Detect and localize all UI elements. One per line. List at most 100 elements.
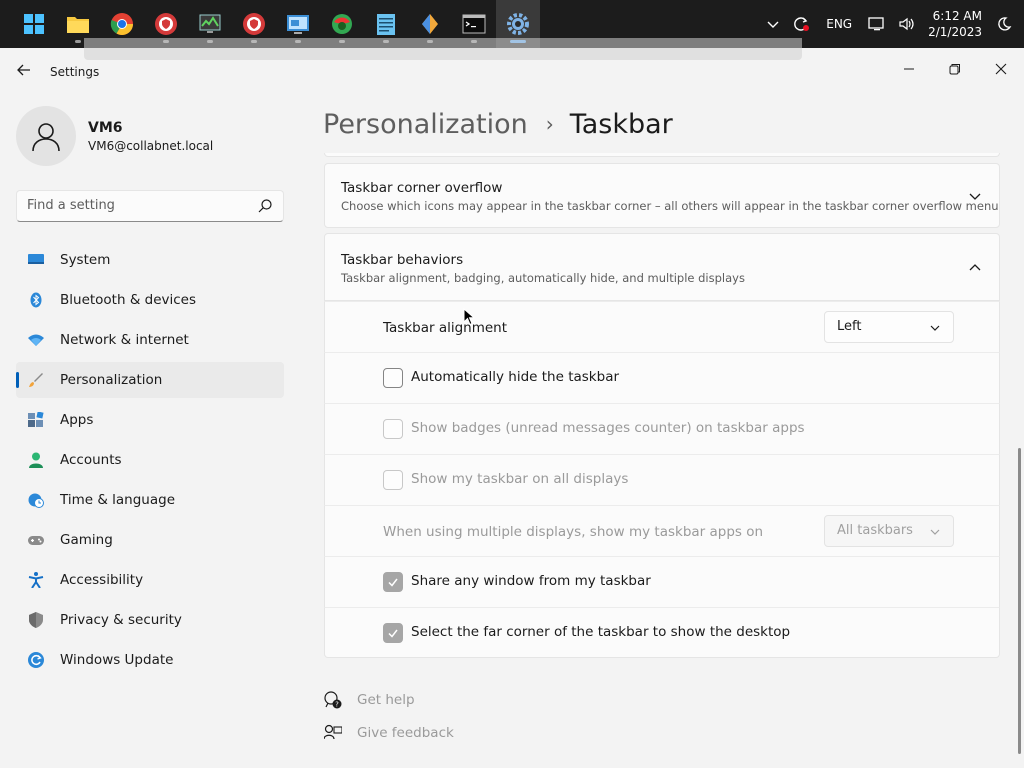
show-badges-row: Show badges (unread messages counter) on…: [324, 403, 1000, 454]
scrollbar[interactable]: [1018, 448, 1021, 754]
get-help-label: Get help: [357, 692, 415, 708]
clock-time: 6:12 AM: [932, 9, 982, 23]
close-icon: [995, 63, 1007, 75]
taskbar-alignment-dropdown[interactable]: Left: [824, 311, 954, 343]
sidebar-item-label: Personalization: [60, 372, 163, 388]
minimize-button[interactable]: [886, 54, 932, 84]
behaviors-card-title: Taskbar behaviors: [341, 252, 464, 268]
all-displays-checkbox[interactable]: [383, 470, 403, 490]
checkmark-icon: [388, 629, 398, 638]
all-displays-label: Show my taskbar on all displays: [411, 471, 629, 487]
user-profile[interactable]: VM6 VM6@collabnet.local: [16, 106, 286, 166]
sidebar-item-accessibility[interactable]: Accessibility: [16, 562, 284, 598]
restore-button[interactable]: [932, 54, 978, 84]
sidebar-item-label: Accessibility: [60, 572, 144, 588]
notifications-button[interactable]: [990, 0, 1024, 48]
sidebar-item-label: Privacy & security: [60, 612, 182, 628]
language-indicator[interactable]: ENG: [816, 0, 862, 48]
svg-text:?: ?: [335, 701, 339, 709]
back-button[interactable]: [12, 62, 36, 82]
minimize-icon: [904, 68, 914, 70]
volume-tray-button[interactable]: [892, 0, 922, 48]
shield-icon: [29, 612, 43, 628]
multi-display-dropdown[interactable]: All taskbars: [824, 515, 954, 547]
sidebar-item-bluetooth[interactable]: Bluetooth & devices: [16, 282, 284, 318]
sidebar-item-network[interactable]: Network & internet: [16, 322, 284, 358]
sidebar-item-system[interactable]: System: [16, 242, 284, 278]
avatar: [16, 106, 76, 166]
show-badges-checkbox[interactable]: [383, 419, 403, 439]
taskbar-corner-overflow-card[interactable]: Taskbar corner overflow Choose which ico…: [324, 163, 1000, 228]
auto-hide-row[interactable]: Automatically hide the taskbar: [324, 352, 1000, 403]
search-placeholder: Find a setting: [27, 198, 115, 213]
auto-hide-label: Automatically hide the taskbar: [411, 369, 620, 385]
settings-gear-icon: [507, 13, 529, 35]
remote-desktop-icon: [287, 15, 309, 34]
get-help-link[interactable]: ? Get help: [324, 691, 415, 709]
sync-alert-icon: [794, 17, 810, 31]
clock[interactable]: 6:12 AM 2/1/2023: [922, 8, 990, 40]
chevron-up-icon: [767, 21, 779, 28]
sidebar-item-time-language[interactable]: Time & language: [16, 482, 284, 518]
start-button[interactable]: [12, 0, 56, 48]
sidebar-item-gaming[interactable]: Gaming: [16, 522, 284, 558]
close-button[interactable]: [978, 54, 1024, 84]
breadcrumb-parent[interactable]: Personalization: [323, 109, 528, 140]
chevron-up-icon[interactable]: [967, 260, 983, 276]
wifi-icon: [28, 334, 44, 346]
dropdown-value: Left: [837, 319, 862, 334]
sidebar-item-label: Time & language: [60, 492, 176, 508]
share-window-checkbox[interactable]: [383, 572, 403, 592]
sidebar-item-accounts[interactable]: Accounts: [16, 442, 284, 478]
chevron-down-icon: [930, 529, 940, 535]
behaviors-card-description: Taskbar alignment, badging, automaticall…: [341, 271, 745, 285]
previous-card-edge: [324, 153, 1000, 157]
sidebar-nav: System Bluetooth & devices Network & int…: [16, 242, 284, 682]
sidebar-item-privacy[interactable]: Privacy & security: [16, 602, 284, 638]
file-explorer-icon: [67, 17, 89, 33]
search-input[interactable]: Find a setting: [16, 190, 284, 222]
checkmark-icon: [388, 578, 398, 587]
notepad-icon: [377, 14, 395, 35]
sidebar-item-windows-update[interactable]: Windows Update: [16, 642, 284, 678]
search-icon[interactable]: [257, 198, 273, 214]
chevron-down-icon[interactable]: [967, 188, 983, 204]
globe-clock-icon: [28, 493, 44, 508]
chrome-icon: [110, 13, 133, 35]
running-indicator: [75, 40, 81, 43]
mouse-cursor-icon: [463, 308, 475, 326]
feedback-icon: [324, 724, 342, 740]
dropdown-value: All taskbars: [837, 523, 913, 538]
far-corner-row[interactable]: Select the far corner of the taskbar to …: [324, 607, 1000, 658]
multi-display-label: When using multiple displays, show my ta…: [383, 524, 764, 540]
share-window-row[interactable]: Share any window from my taskbar: [324, 556, 1000, 607]
network-tray-button[interactable]: [862, 0, 892, 48]
restore-icon: [949, 64, 960, 75]
taskbar-behaviors-card[interactable]: Taskbar behaviors Taskbar alignment, bad…: [324, 233, 1000, 301]
person-icon: [29, 452, 43, 468]
monitor-app-icon: [199, 14, 221, 33]
chevron-down-icon: [930, 325, 940, 331]
taskbar-alignment-label: Taskbar alignment: [383, 320, 508, 336]
feather-app-icon: [422, 14, 438, 34]
auto-hide-checkbox[interactable]: [383, 368, 403, 388]
help-chat-icon: ?: [324, 691, 342, 709]
far-corner-label: Select the far corner of the taskbar to …: [411, 624, 791, 640]
sidebar-item-apps[interactable]: Apps: [16, 402, 284, 438]
page-title: Taskbar: [569, 108, 673, 140]
all-displays-row: Show my taskbar on all displays: [324, 454, 1000, 505]
start-icon: [24, 14, 44, 34]
give-feedback-label: Give feedback: [357, 725, 454, 741]
sidebar-item-label: Apps: [60, 412, 94, 428]
shield-browser-2-icon: [243, 13, 265, 35]
far-corner-checkbox[interactable]: [383, 623, 403, 643]
give-feedback-link[interactable]: Give feedback: [324, 724, 454, 742]
share-window-label: Share any window from my taskbar: [411, 573, 651, 589]
user-avatar-icon: [32, 123, 60, 152]
bluetooth-icon: [30, 292, 42, 308]
sidebar-item-personalization[interactable]: Personalization: [16, 362, 284, 398]
brush-icon: [29, 373, 43, 387]
sidebar-item-label: Network & internet: [60, 332, 189, 348]
sidebar-item-label: Accounts: [60, 452, 122, 468]
profile-name: VM6: [88, 120, 123, 136]
